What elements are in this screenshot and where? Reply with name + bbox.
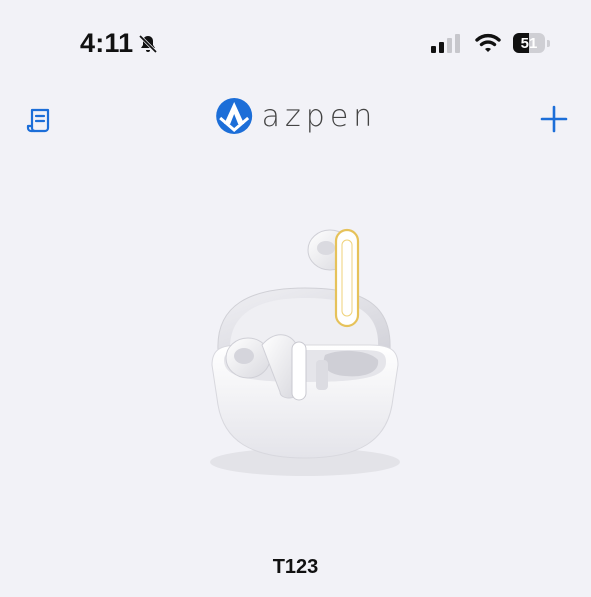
battery-icon: 51: [513, 32, 551, 54]
bell-slash-icon: [137, 33, 159, 55]
app-screen: 4:11 51 azpen T123: [0, 0, 591, 597]
azpen-logo-icon: [214, 96, 254, 136]
wifi-icon: [475, 32, 501, 54]
plus-icon: [540, 105, 568, 133]
battery-level: 51: [520, 34, 538, 52]
status-right: 51: [429, 32, 551, 54]
brand-logo: azpen: [214, 96, 378, 136]
nav-bar: azpen: [0, 88, 591, 148]
brand-logo-text: azpen: [261, 98, 378, 134]
time-group: 4:11: [80, 30, 159, 57]
battery-body: 51: [513, 33, 545, 53]
signal-icon: [429, 32, 463, 54]
status-bar: 4:11 51: [0, 0, 591, 90]
document-list-icon[interactable]: [24, 106, 54, 136]
status-time: 4:11: [80, 28, 134, 58]
battery-cap: [547, 39, 550, 47]
earbuds-case-image[interactable]: [180, 200, 430, 490]
device-name[interactable]: T123: [0, 556, 591, 579]
add-device-button[interactable]: [537, 102, 571, 136]
